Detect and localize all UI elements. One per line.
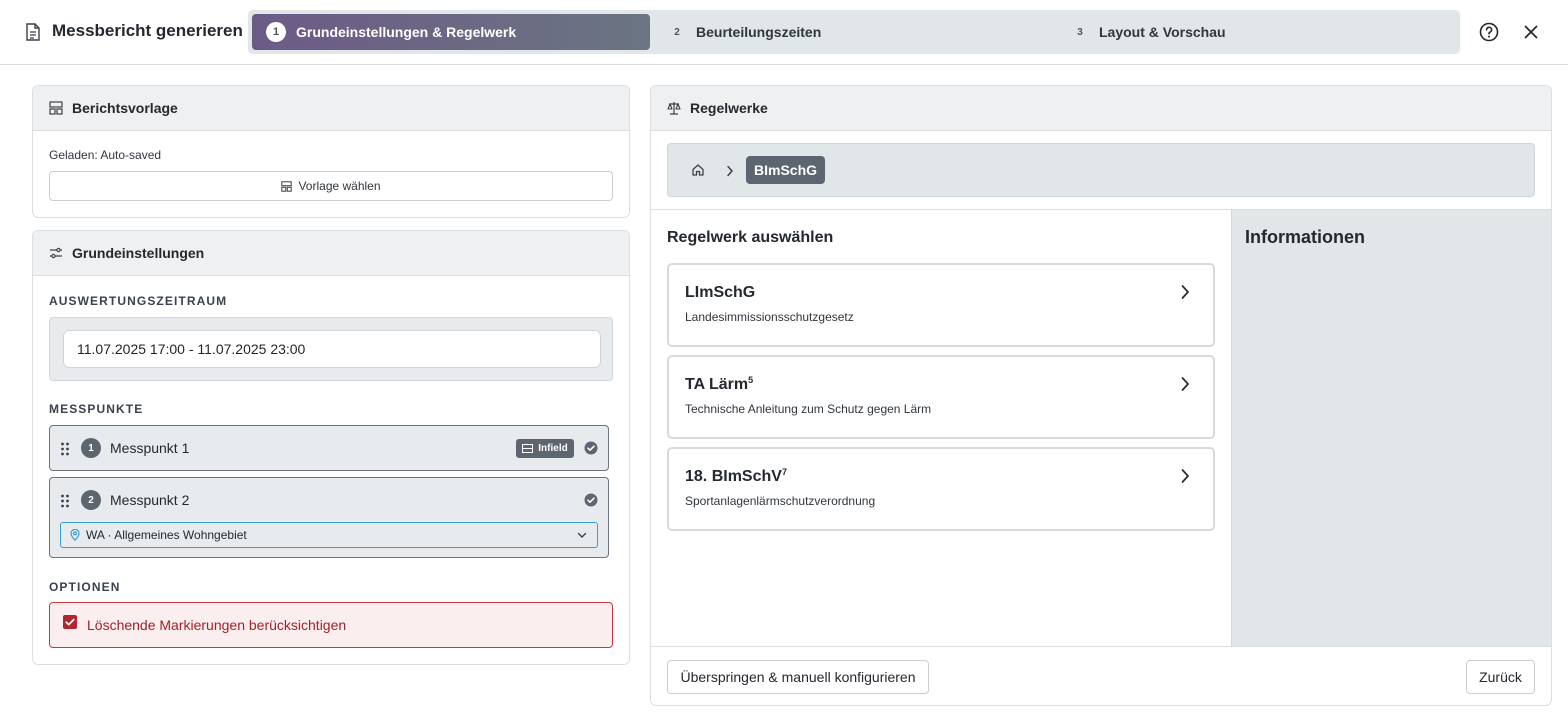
divider [651,646,1551,647]
options-section-label: OPTIONEN [49,580,121,594]
settings-card: Grundeinstellungen AUSWERTUNGSZEITRAUM 1… [32,230,630,665]
infield-tag[interactable]: Infield [516,439,574,458]
delete-markers-option[interactable]: Löschende Markierungen berücksichtigen [49,602,613,648]
zone-select-value: WA · Allgemeines Wohngebiet [86,528,247,542]
period-field-wrapper: 11.07.2025 17:00 - 11.07.2025 23:00 [49,317,613,381]
measurement-point-row[interactable]: 2 Messpunkt 2 WA · Allgemeines Wohngebie… [49,477,609,558]
document-icon [25,23,41,41]
infield-label: Infield [538,443,568,454]
point-name: Messpunkt 2 [110,492,190,508]
layout-template-icon [49,101,63,115]
chevron-right-icon [726,165,734,177]
app-header: Messbericht generieren 1 Grundeinstellun… [0,0,1568,65]
loaded-template-text: Geladen: Auto-saved [49,148,162,162]
select-rule-heading: Regelwerk auswählen [667,229,834,246]
chevron-right-icon [1180,376,1190,392]
step-label: Layout & Vorschau [1099,24,1226,40]
wizard-stepper: 1 Grundeinstellungen & Regelwerk 2 Beurt… [248,10,1460,54]
point-number-badge: 1 [81,438,101,458]
info-panel-title: Informationen [1245,227,1365,247]
back-button[interactable]: Zurück [1466,660,1535,694]
step-label: Beurteilungszeiten [696,24,822,40]
option-label: Löschende Markierungen berücksichtigen [87,617,347,633]
field-icon [522,444,534,453]
card-title: Grundeinstellungen [72,245,205,261]
step-number: 1 [266,22,286,42]
breadcrumb-current[interactable]: BImSchG [746,156,826,184]
breadcrumb: BImSchG [667,143,1535,197]
zone-select[interactable]: WA · Allgemeines Wohngebiet [60,522,598,548]
card-header: Grundeinstellungen [33,231,629,276]
step-2-tab[interactable]: 2 Beurteilungszeiten [670,14,821,50]
map-pin-icon [70,529,80,541]
home-icon[interactable] [691,163,705,177]
chevron-right-icon [1180,468,1190,484]
check-circle-icon [584,441,598,455]
skip-manual-config-button[interactable]: Überspringen & manuell konfigurieren [667,660,929,694]
rule-title: TA Lärm5 [685,375,754,393]
check-circle-icon [584,493,598,507]
step-number: 2 [674,26,680,38]
point-number-badge: 2 [81,490,101,510]
card-title: Regelwerke [690,100,768,116]
scale-icon [667,101,681,115]
close-icon[interactable] [1519,20,1543,44]
page-title: Messbericht generieren [52,21,243,40]
rule-option-limschg[interactable]: LImSchG Landesimmissionsschutzgesetz [667,263,1215,347]
card-title: Berichtsvorlage [72,100,178,116]
rule-description: Sportanlagenlärmschutzverordnung [685,494,876,508]
layout-template-icon [281,180,293,192]
step-3-tab[interactable]: 3 Layout & Vorschau [1073,14,1226,50]
rule-description: Technische Anleitung zum Schutz gegen Lä… [685,402,932,416]
help-circle-icon[interactable] [1477,20,1501,44]
measurement-point-row[interactable]: 1 Messpunkt 1 Infield [49,425,609,471]
rule-option-18-bimschv[interactable]: 18. BImSchV7 Sportanlagenlärmschutzveror… [667,447,1215,531]
rule-description: Landesimmissionsschutzgesetz [685,310,854,324]
step-1-tab[interactable]: 1 Grundeinstellungen & Regelwerk [252,14,650,50]
date-range-input[interactable]: 11.07.2025 17:00 - 11.07.2025 23:00 [63,330,601,368]
checkbox-checked-icon[interactable] [63,615,77,629]
rules-card: Regelwerke BImSchG Regelwerk auswählen L… [650,85,1552,706]
sliders-icon [49,246,63,260]
period-section-label: AUSWERTUNGSZEITRAUM [49,294,228,308]
drag-handle-icon[interactable] [60,494,70,508]
template-card: Berichtsvorlage Geladen: Auto-saved Vorl… [32,85,630,218]
card-header: Berichtsvorlage [33,86,629,131]
info-panel: Informationen [1231,210,1551,646]
points-section-label: MESSPUNKTE [49,402,144,416]
rule-option-ta-laerm[interactable]: TA Lärm5 Technische Anleitung zum Schutz… [667,355,1215,439]
choose-template-label: Vorlage wählen [298,179,381,193]
chevron-right-icon [1180,284,1190,300]
drag-handle-icon[interactable] [60,442,70,456]
card-header: Regelwerke [651,86,1551,131]
point-name: Messpunkt 1 [110,440,190,456]
step-number: 3 [1077,26,1083,38]
rule-title: LImSchG [685,284,756,301]
chevron-down-icon [577,531,587,539]
choose-template-button[interactable]: Vorlage wählen [49,171,613,201]
rule-title: 18. BImSchV7 [685,467,787,485]
step-label: Grundeinstellungen & Regelwerk [296,24,517,40]
